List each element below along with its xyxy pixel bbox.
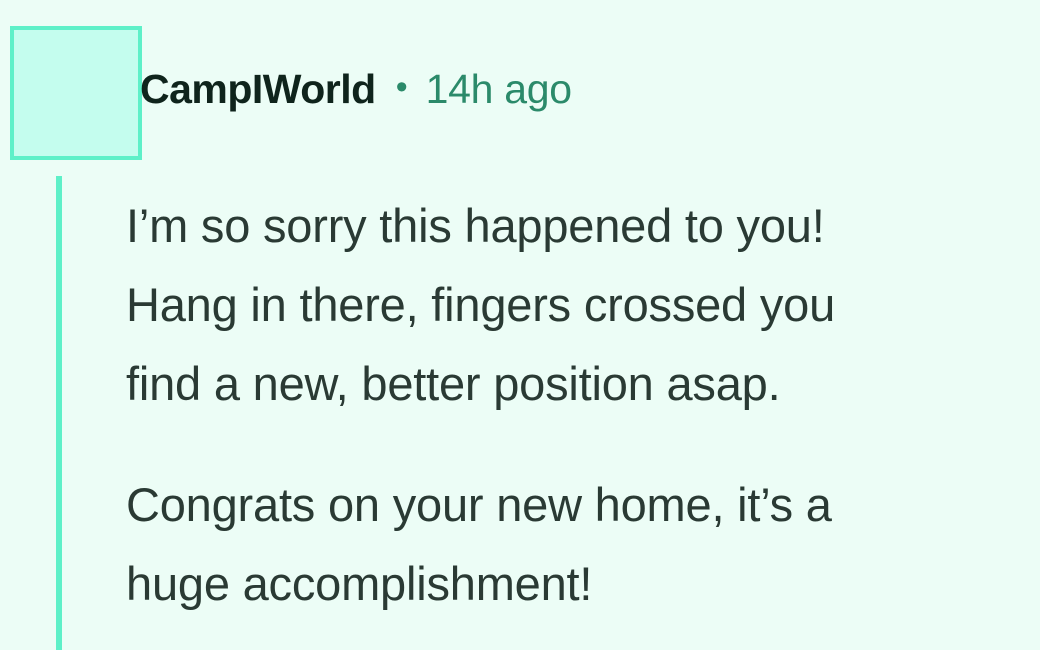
username-link[interactable]: CampIWorld — [140, 66, 376, 113]
comment-header: CampIWorld • 14h ago — [140, 62, 572, 116]
thread-line[interactable] — [56, 176, 62, 650]
comment: CampIWorld • 14h ago I’m so sorry this h… — [0, 0, 1040, 650]
timestamp[interactable]: 14h ago — [426, 66, 572, 113]
comment-paragraph-1: I’m so sorry this happened to you! Hang … — [126, 199, 836, 410]
comment-body: I’m so sorry this happened to you! Hang … — [126, 186, 1026, 623]
comment-paragraph-2: Congrats on your new home, it’s a huge a… — [126, 478, 832, 610]
separator-dot: • — [395, 67, 408, 106]
avatar[interactable] — [10, 26, 142, 160]
